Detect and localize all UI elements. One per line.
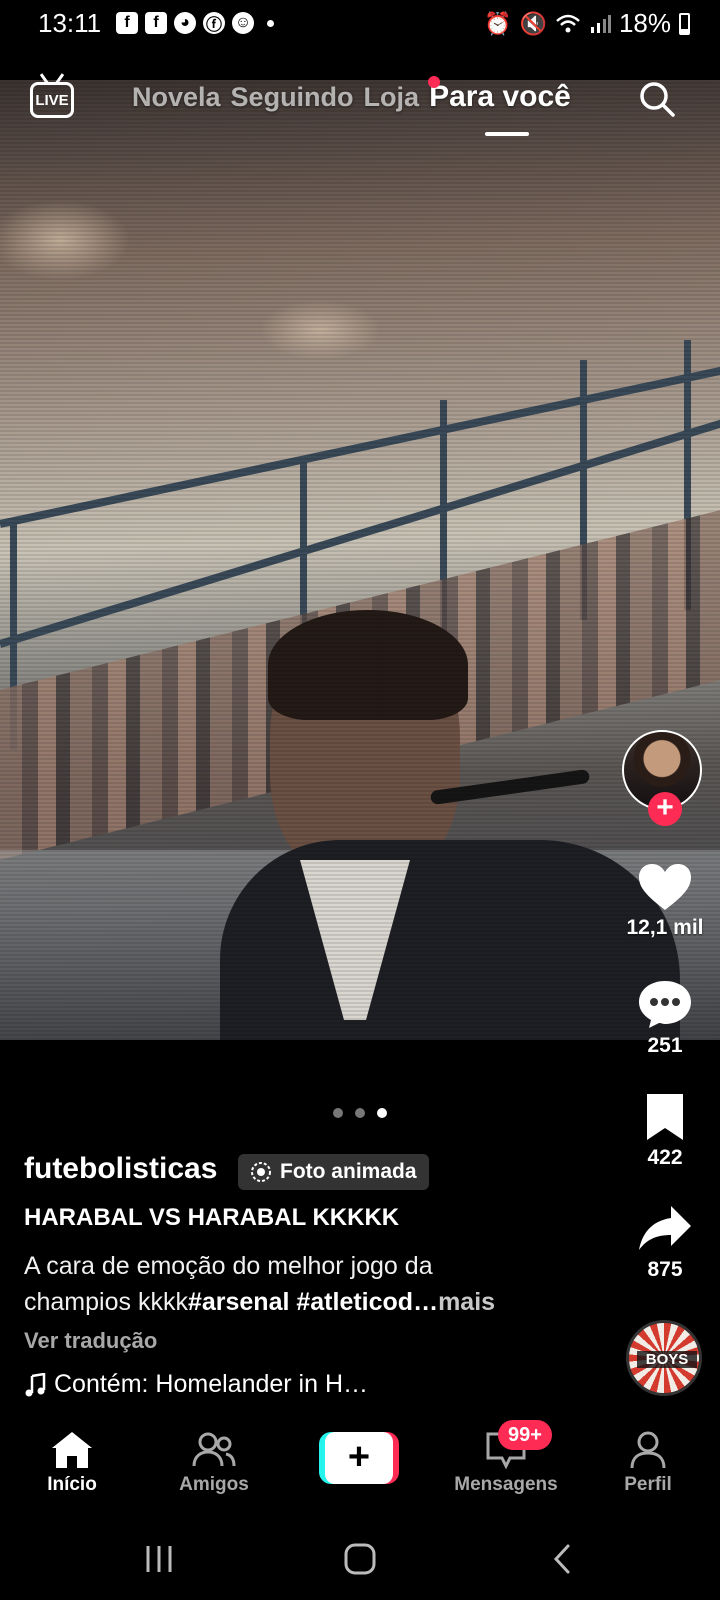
carousel-dot-active xyxy=(377,1108,387,1118)
recent-apps-icon[interactable] xyxy=(142,1542,176,1576)
heart-icon xyxy=(639,864,691,910)
save-count: 422 xyxy=(647,1146,683,1169)
nav-home-label: Início xyxy=(47,1474,97,1495)
disc-label: BOYS xyxy=(637,1351,697,1368)
music-disc[interactable]: BOYS xyxy=(626,1320,702,1396)
create-button[interactable]: + xyxy=(319,1432,399,1484)
share-action[interactable]: 875 xyxy=(610,1204,720,1282)
live-label: LIVE xyxy=(35,91,69,109)
share-count: 875 xyxy=(647,1258,683,1281)
nav-friends-label: Amigos xyxy=(179,1474,249,1495)
system-navigation-bar xyxy=(0,1528,720,1600)
nav-friends[interactable]: Amigos xyxy=(144,1430,284,1496)
more-notifications-dot xyxy=(267,19,274,27)
music-info[interactable]: Contém: Homelander in H… xyxy=(24,1370,368,1399)
follow-button[interactable]: + xyxy=(648,792,682,826)
carousel-dot xyxy=(355,1108,365,1118)
post-title: HARABAL VS HARABAL KKKKK xyxy=(24,1204,400,1231)
feed-tabs: Novela Seguindo Loja Para você xyxy=(132,80,571,136)
post-description[interactable]: A cara de emoção do melhor jogo da champ… xyxy=(24,1248,584,1320)
friends-icon xyxy=(192,1432,236,1467)
app-icon: ⓕ xyxy=(203,12,225,34)
shop-notification-dot xyxy=(428,76,440,88)
bookmark-icon xyxy=(647,1094,683,1140)
profile-icon xyxy=(630,1431,666,1469)
bottom-navigation: Início Amigos + Mensagens 99+ Perfil xyxy=(0,1418,720,1528)
comment-icon xyxy=(639,981,691,1028)
description-line-2: champios kkkk#arsenal #atleticod…mais xyxy=(24,1284,584,1320)
carousel-indicator xyxy=(333,1108,387,1118)
signal-icon xyxy=(590,14,611,33)
tab-loja[interactable]: Loja xyxy=(364,82,420,113)
system-indicators: ⏰ 🔇 18% xyxy=(484,8,690,39)
share-icon xyxy=(639,1206,691,1250)
battery-icon xyxy=(679,12,690,35)
notification-icons: f f ◕ ⓕ ☺ xyxy=(116,12,274,34)
badge-label: Foto animada xyxy=(280,1160,417,1183)
description-text: champios kkkk xyxy=(24,1288,188,1316)
back-icon[interactable] xyxy=(546,1542,580,1576)
alarm-icon: ⏰ xyxy=(484,10,512,36)
nav-home[interactable]: Início xyxy=(2,1430,142,1496)
more-link[interactable]: mais xyxy=(438,1288,495,1316)
music-title: Contém: Homelander in H… xyxy=(54,1370,369,1398)
threads-icon: ◕ xyxy=(174,12,196,34)
animated-photo-icon xyxy=(251,1162,271,1182)
like-count: 12,1 mil xyxy=(626,916,704,939)
comment-count: 251 xyxy=(647,1034,683,1057)
battery-level: 18% xyxy=(618,8,671,38)
nav-profile[interactable]: Perfil xyxy=(578,1430,718,1496)
music-note-icon xyxy=(25,1372,46,1396)
nav-messages-label: Mensagens xyxy=(454,1474,558,1495)
tab-seguindo[interactable]: Seguindo xyxy=(231,82,354,113)
description-line-1: A cara de emoção do melhor jogo da xyxy=(24,1252,433,1280)
messages-badge: 99+ xyxy=(498,1420,552,1450)
search-icon[interactable] xyxy=(638,80,676,118)
animated-photo-badge: Foto animada xyxy=(238,1154,429,1190)
plus-icon: + xyxy=(325,1432,393,1484)
facebook-icon: f xyxy=(145,12,167,34)
home-system-icon[interactable] xyxy=(343,1542,377,1576)
comment-action[interactable]: 251 xyxy=(610,978,720,1058)
mute-icon: 🔇 xyxy=(519,10,547,36)
tab-para-voce[interactable]: Para você xyxy=(429,80,571,136)
save-action[interactable]: 422 xyxy=(610,1092,720,1170)
face-icon: ☺ xyxy=(232,12,254,34)
home-icon xyxy=(52,1432,92,1468)
status-time: 13:11 xyxy=(38,8,102,38)
wifi-icon xyxy=(556,14,580,32)
nav-profile-label: Perfil xyxy=(624,1474,672,1495)
translate-link[interactable]: Ver tradução xyxy=(24,1328,157,1354)
author-name[interactable]: futebolisticas xyxy=(24,1152,217,1186)
description-hashtags[interactable]: #arsenal #atleticod… xyxy=(188,1288,438,1316)
tab-novela[interactable]: Novela xyxy=(132,82,221,113)
status-bar: 13:11 f f ◕ ⓕ ☺ ⏰ 🔇 18% xyxy=(0,0,720,80)
facebook-icon: f xyxy=(116,12,138,34)
like-action[interactable]: 12,1 mil xyxy=(610,862,720,940)
carousel-dot xyxy=(333,1108,343,1118)
live-button[interactable]: LIVE xyxy=(30,82,74,118)
